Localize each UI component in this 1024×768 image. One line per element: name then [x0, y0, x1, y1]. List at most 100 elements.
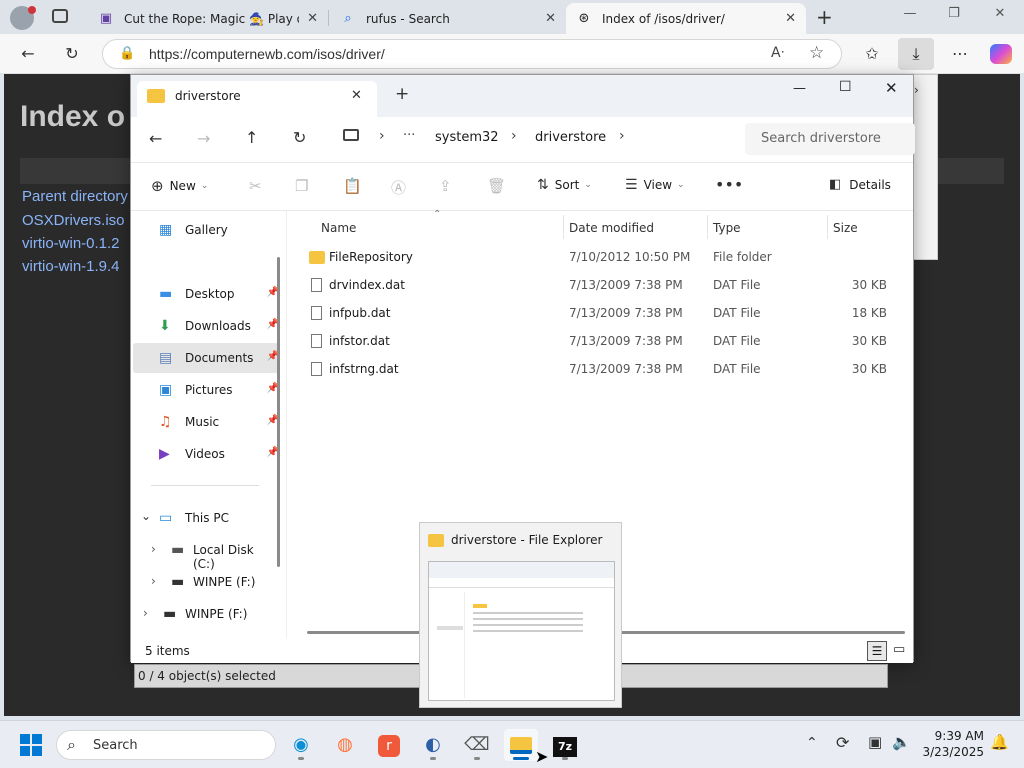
column-header-date-modified[interactable]: Date modified: [569, 221, 654, 235]
sidebar-item-local-disk-c[interactable]: › ▬ Local Disk (C:): [133, 535, 279, 571]
sidebar-item-this-pc[interactable]: ⌄ ▭ This PC: [133, 503, 279, 533]
close-tab-icon[interactable]: ✕: [785, 11, 796, 26]
explorer-tab-driverstore[interactable]: driverstore ✕: [137, 81, 377, 117]
up-icon[interactable]: ↑: [245, 128, 258, 147]
more-options-icon[interactable]: •••: [715, 175, 743, 194]
sidebar-item-pictures[interactable]: ▣ Pictures 📌: [133, 375, 279, 405]
computer-icon[interactable]: [343, 129, 359, 141]
close-window-icon[interactable]: ✕: [885, 79, 898, 97]
cut-icon[interactable]: ✂: [249, 177, 262, 195]
file-link[interactable]: OSXDrivers.iso: [22, 212, 125, 229]
column-header-size[interactable]: Size: [833, 221, 858, 235]
sort-button[interactable]: ⇅ Sort ⌄: [537, 177, 592, 193]
forward-icon[interactable]: →: [197, 129, 210, 148]
file-explorer-app-icon[interactable]: [504, 729, 538, 761]
sidebar-item-gallery[interactable]: ▦ Gallery: [133, 215, 279, 245]
chevron-up-icon[interactable]: ⌃: [806, 735, 818, 751]
usb-drive-icon: ▬: [171, 574, 185, 590]
chevron-right-icon[interactable]: ›: [151, 574, 156, 588]
sidebar-item-downloads[interactable]: ⬇ Downloads 📌: [133, 311, 279, 341]
sync-icon[interactable]: ⟳: [836, 733, 849, 752]
minimize-icon[interactable]: —: [793, 81, 806, 96]
explorer-search-input[interactable]: Search driverstore: [745, 123, 915, 155]
lock-icon[interactable]: 🔒: [119, 46, 135, 61]
tool-app-icon[interactable]: ◐: [416, 729, 450, 761]
more-menu-icon[interactable]: ⋯: [946, 41, 974, 67]
volume-icon[interactable]: 🔈: [892, 733, 911, 751]
new-button[interactable]: ⊕ New ⌄: [151, 177, 208, 195]
column-header-name[interactable]: Name: [321, 221, 356, 235]
breadcrumb-system32[interactable]: system32: [435, 130, 499, 145]
favorite-star-icon[interactable]: ☆: [809, 43, 824, 63]
sidebar-item-desktop[interactable]: ▬ Desktop 📌: [133, 279, 279, 309]
edge-app-icon[interactable]: ◉: [284, 729, 318, 761]
breadcrumb-overflow[interactable]: ···: [403, 128, 415, 143]
tiles-view-icon[interactable]: ▭: [893, 642, 905, 657]
table-row[interactable]: infpub.dat 7/13/2009 7:38 PM DAT File 18…: [301, 299, 907, 327]
column-header-type[interactable]: Type: [713, 221, 741, 235]
chevron-right-icon[interactable]: ›: [914, 83, 919, 97]
taskbar-thumbnail-preview[interactable]: driverstore - File Explorer: [419, 522, 622, 708]
table-row[interactable]: infstor.dat 7/13/2009 7:38 PM DAT File 3…: [301, 327, 907, 355]
copy-icon[interactable]: ❐: [295, 177, 308, 195]
usb-app-icon[interactable]: ⌫: [460, 729, 494, 761]
back-icon[interactable]: ←: [149, 129, 162, 148]
new-tab-button[interactable]: +: [816, 5, 833, 29]
refresh-icon[interactable]: ↻: [293, 128, 306, 147]
back-icon[interactable]: ←: [14, 41, 42, 67]
tab-actions-icon[interactable]: [52, 9, 68, 23]
delete-icon[interactable]: 🗑: [487, 177, 506, 195]
parent-directory-link[interactable]: Parent directory: [22, 188, 128, 205]
file-name: infstor.dat: [329, 334, 390, 348]
table-row[interactable]: FileRepository 7/10/2012 10:50 PM File f…: [301, 243, 907, 271]
sidebar-item-music[interactable]: ♫ Music 📌: [133, 407, 279, 437]
refresh-icon[interactable]: ↻: [58, 41, 86, 67]
close-tab-icon[interactable]: ✕: [545, 11, 556, 26]
tab-cut-the-rope[interactable]: ▣ Cut the Rope: Magic 🧙 Play on C ✕: [88, 3, 328, 34]
table-row[interactable]: infstrng.dat 7/13/2009 7:38 PM DAT File …: [301, 355, 907, 383]
firefox-app-icon[interactable]: ◍: [328, 729, 362, 761]
favorites-icon[interactable]: ✩: [858, 41, 886, 67]
maximize-icon[interactable]: ☐: [839, 79, 852, 95]
sidebar-item-winpe-f[interactable]: › ▬ WINPE (F:): [133, 567, 279, 597]
address-bar[interactable]: 🔒 https://computernewb.com/isos/driver/ …: [102, 39, 842, 69]
sidebar-item-winpe-f[interactable]: › ▬ WINPE (F:): [133, 599, 279, 629]
copilot-icon[interactable]: [990, 44, 1012, 64]
details-view-icon[interactable]: ☰: [867, 641, 887, 661]
taskbar-search-box[interactable]: ⌕ Search: [56, 730, 276, 760]
7zip-app-icon[interactable]: 7z: [548, 729, 582, 761]
tab-index-of-isos-driver[interactable]: ⊛ Index of /isos/driver/ ✕: [566, 3, 806, 34]
notification-bell-icon[interactable]: 🔔: [990, 733, 1009, 751]
view-button[interactable]: ☰ View ⌄: [625, 177, 685, 193]
sidebar-item-videos[interactable]: ▶ Videos 📌: [133, 439, 279, 469]
downloads-button[interactable]: ⤓: [898, 38, 934, 70]
clock[interactable]: 9:39 AM 3/23/2025: [914, 729, 984, 759]
read-aloud-icon[interactable]: Aᐧ: [771, 45, 784, 61]
paste-icon[interactable]: 📋: [343, 177, 362, 195]
breadcrumb-driverstore[interactable]: driverstore: [535, 130, 606, 145]
close-tab-icon[interactable]: ✕: [351, 88, 362, 103]
file-link[interactable]: virtio-win-0.1.2: [22, 235, 120, 252]
tab-rufus-search[interactable]: ⌕ rufus - Search ✕: [330, 3, 566, 34]
profile-notification-dot: [28, 6, 36, 14]
network-icon[interactable]: ▣: [868, 733, 882, 751]
start-button[interactable]: [14, 729, 48, 761]
chevron-right-icon[interactable]: ›: [143, 606, 148, 620]
close-tab-icon[interactable]: ✕: [307, 11, 318, 26]
restore-icon[interactable]: ❐: [932, 6, 976, 28]
file-link[interactable]: virtio-win-1.9.4: [22, 258, 120, 275]
search-icon: ⌕: [67, 735, 76, 754]
rufus-app-icon[interactable]: r: [372, 729, 406, 761]
chevron-right-icon[interactable]: ›: [151, 542, 156, 556]
share-icon[interactable]: ⇪: [439, 177, 452, 195]
new-tab-button[interactable]: +: [395, 84, 409, 104]
minimize-icon[interactable]: —: [888, 6, 932, 28]
close-window-icon[interactable]: ✕: [978, 6, 1022, 28]
table-row[interactable]: drvindex.dat 7/13/2009 7:38 PM DAT File …: [301, 271, 907, 299]
rename-icon[interactable]: Ⓐ: [391, 177, 406, 198]
chevron-down-icon[interactable]: ⌄: [141, 509, 151, 523]
sidebar-item-documents[interactable]: ▤ Documents 📌: [133, 343, 279, 373]
sidebar-scrollbar[interactable]: [277, 257, 280, 567]
details-button[interactable]: ◧ Details: [829, 177, 891, 192]
chevron-right-icon[interactable]: ›: [619, 128, 625, 144]
